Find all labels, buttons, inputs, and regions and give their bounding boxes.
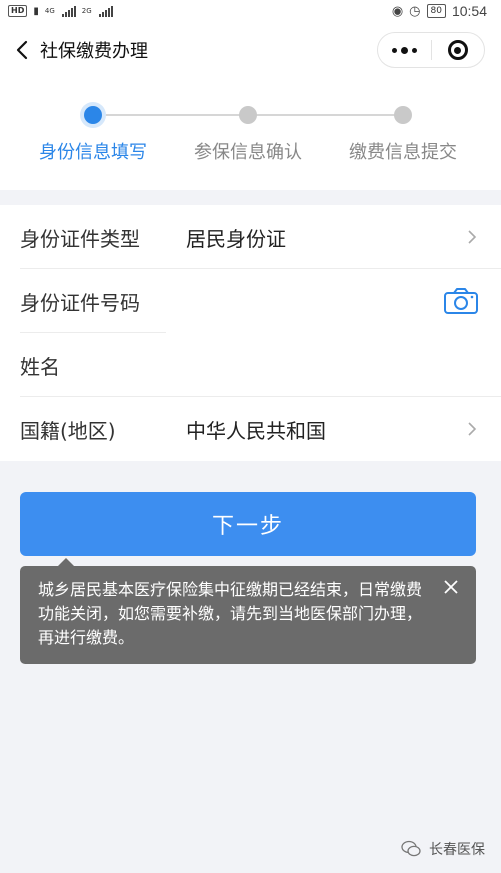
chevron-right-icon bbox=[468, 422, 477, 436]
step-connector bbox=[93, 114, 248, 116]
next-step-button[interactable]: 下一步 bbox=[20, 492, 476, 556]
watermark: 长春医保 bbox=[401, 839, 485, 859]
nationality-label: 国籍(地区) bbox=[20, 418, 116, 443]
battery-icon: 80 bbox=[426, 4, 446, 18]
id-type-row[interactable]: 身份证件类型 居民身份证 bbox=[0, 205, 501, 269]
hd-indicator: HD bbox=[8, 5, 28, 17]
eye-icon: ◉ bbox=[391, 3, 404, 19]
id-type-value: 居民身份证 bbox=[186, 226, 286, 251]
step-dot-2 bbox=[239, 106, 257, 124]
name-label: 姓名 bbox=[20, 354, 60, 379]
mini-program-capsule bbox=[377, 32, 485, 68]
close-icon[interactable] bbox=[444, 580, 458, 594]
notice-text: 城乡居民基本医疗保险集中征缴期已经结束，日常缴费功能关闭，如您需要补缴，请先到当… bbox=[38, 580, 423, 647]
close-mini-program-button[interactable] bbox=[432, 32, 484, 68]
nationality-row[interactable]: 国籍(地区) 中华人民共和国 bbox=[0, 397, 501, 461]
alarm-icon: ◷ bbox=[409, 3, 421, 19]
id-number-input[interactable] bbox=[186, 281, 426, 321]
nationality-value: 中华人民共和国 bbox=[186, 418, 326, 443]
status-bar: HD ▮ 4G 2G ◉ ◷ 80 10:54 bbox=[0, 0, 501, 22]
page-title: 社保缴费办理 bbox=[40, 41, 148, 62]
step-connector bbox=[248, 114, 403, 116]
more-button[interactable] bbox=[378, 32, 431, 68]
notice-tooltip: 城乡居民基本医疗保险集中征缴期已经结束，日常缴费功能关闭，如您需要补缴，请先到当… bbox=[20, 558, 476, 664]
network-type-2: 2G bbox=[81, 6, 92, 15]
id-number-row: 身份证件号码 bbox=[0, 269, 501, 333]
dot bbox=[392, 47, 397, 53]
name-row: 姓名 bbox=[0, 333, 501, 397]
status-left: HD ▮ 4G 2G bbox=[8, 5, 113, 17]
dot bbox=[412, 47, 417, 53]
identity-form: 身份证件类型 居民身份证 身份证件号码 姓名 国籍(地区) 中华人民共和国 bbox=[0, 205, 501, 461]
step-dot-1 bbox=[84, 106, 102, 124]
step-label-2: 参保信息确认 bbox=[194, 142, 302, 163]
chevron-left-icon bbox=[16, 40, 28, 60]
tooltip-arrow bbox=[58, 558, 74, 566]
status-right: ◉ ◷ 80 10:54 bbox=[392, 3, 487, 19]
step-label-1: 身份信息填写 bbox=[39, 142, 147, 163]
signal-icon bbox=[61, 5, 76, 17]
chevron-right-icon bbox=[468, 230, 477, 244]
step-label-3: 缴费信息提交 bbox=[349, 142, 457, 163]
signal-icon-2 bbox=[98, 5, 113, 17]
watermark-text: 长春医保 bbox=[429, 842, 485, 858]
back-button[interactable] bbox=[0, 22, 44, 78]
name-input[interactable] bbox=[186, 345, 476, 385]
nav-bar: 社保缴费办理 bbox=[0, 22, 501, 78]
progress-steps: 身份信息填写 参保信息确认 缴费信息提交 bbox=[0, 78, 501, 190]
dot bbox=[401, 46, 408, 54]
camera-icon[interactable] bbox=[443, 287, 479, 315]
wechat-icon bbox=[401, 840, 421, 857]
clock: 10:54 bbox=[451, 3, 487, 19]
step-dot-3 bbox=[394, 106, 412, 124]
lock-icon: ▮ bbox=[33, 5, 39, 17]
target-icon bbox=[447, 40, 468, 60]
id-type-label: 身份证件类型 bbox=[20, 226, 140, 251]
id-number-label: 身份证件号码 bbox=[20, 290, 140, 315]
network-type-1: 4G bbox=[44, 6, 55, 15]
